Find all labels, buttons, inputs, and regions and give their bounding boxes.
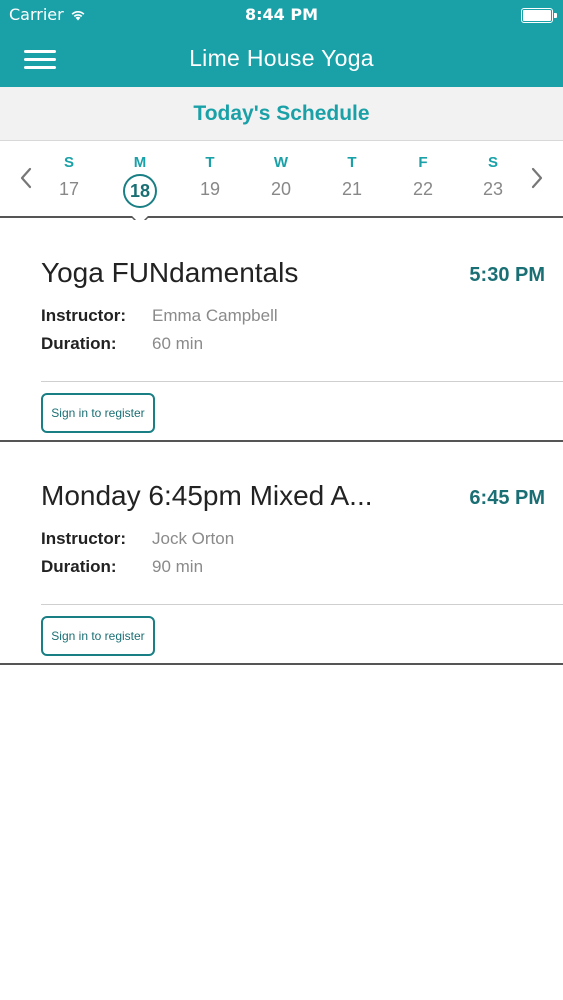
day-letter: S [63,154,74,171]
week-strip: S 17 M 18 T 19 W 20 T 21 F 22 S 23 [0,142,563,218]
duration-row: Duration: 90 min [41,557,203,577]
day-tuesday[interactable]: T 19 [184,154,236,210]
instructor-name: Jock Orton [152,529,235,548]
day-letter: T [205,154,215,171]
class-card[interactable]: Monday 6:45pm Mixed A... 6:45 PM Instruc… [0,443,563,665]
app-header: Carrier 8:44 PM Lime House Yoga [0,0,563,87]
day-thursday[interactable]: T 21 [326,154,378,210]
day-letter: S [487,154,498,171]
class-card[interactable]: Yoga FUNdamentals 5:30 PM Instructor: Emm… [0,220,563,442]
status-bar: Carrier 8:44 PM [0,0,563,30]
day-date: 20 [270,179,292,199]
day-letter: T [347,154,357,171]
day-saturday[interactable]: S 23 [467,154,519,210]
day-date: 22 [412,179,434,199]
day-date: 19 [199,179,221,199]
status-time: 8:44 PM [244,5,318,24]
day-date: 18 [123,174,157,208]
duration-value: 60 min [152,334,204,353]
day-date: 17 [58,179,80,199]
day-sunday[interactable]: S 17 [43,154,95,210]
instructor-row: Instructor: Jock Orton [41,529,234,549]
instructor-label: Instructor: [41,306,126,325]
card-divider [41,604,563,605]
chevron-right-icon[interactable] [527,166,547,190]
app-title: Lime House Yoga [189,45,374,71]
instructor-name: Emma Campbell [152,306,278,325]
instructor-label: Instructor: [41,529,126,548]
sign-in-to-register-button[interactable]: Sign in to register [41,616,155,656]
chevron-left-icon[interactable] [16,166,36,190]
day-letter: M [133,154,147,171]
class-name: Monday 6:45pm Mixed A... [41,480,373,511]
day-monday-selected[interactable]: M 18 [114,154,166,210]
sign-in-to-register-button[interactable]: Sign in to register [41,393,155,433]
class-time: 5:30 PM [469,264,545,286]
duration-row: Duration: 60 min [41,334,203,354]
schedule-header: Today's Schedule [0,87,563,141]
schedule-title: Today's Schedule [193,102,370,125]
day-letter: F [418,154,428,171]
day-date: 21 [341,179,363,199]
duration-label: Duration: [41,334,117,353]
instructor-row: Instructor: Emma Campbell [41,306,278,326]
duration-label: Duration: [41,557,117,576]
day-letter: W [273,154,289,171]
duration-value: 90 min [152,557,204,576]
class-time: 6:45 PM [469,487,545,509]
day-date: 23 [482,179,504,199]
card-divider [41,381,563,382]
day-friday[interactable]: F 22 [397,154,449,210]
class-name: Yoga FUNdamentals [41,257,299,288]
day-wednesday[interactable]: W 20 [255,154,307,210]
battery-icon [521,8,557,23]
